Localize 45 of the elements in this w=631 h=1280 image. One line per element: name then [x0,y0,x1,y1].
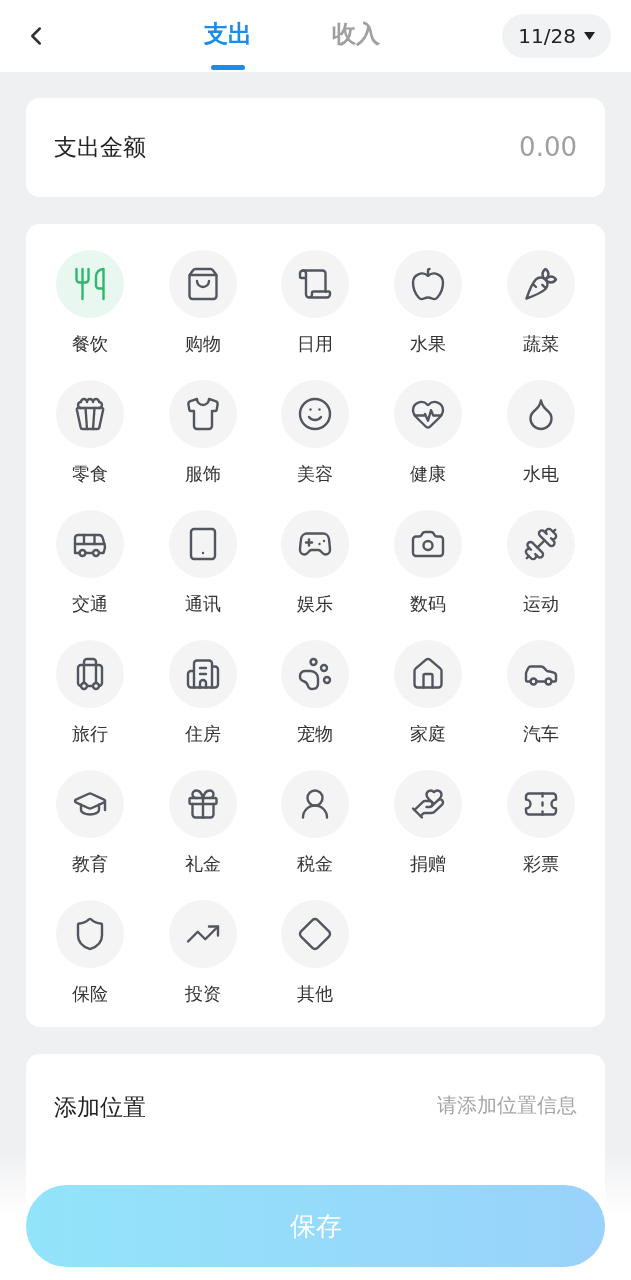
category-item[interactable]: 住房 [146,640,260,747]
dumbbell-icon [522,526,559,562]
category-item[interactable]: 美容 [259,380,372,487]
category-item[interactable]: 日用 [259,250,372,357]
amount-label: 支出金额 [54,133,146,163]
diamond-icon [297,916,334,952]
category-item[interactable]: 运动 [484,510,597,617]
category-item[interactable]: 餐饮 [34,250,147,357]
apple-icon [410,266,447,302]
category-item[interactable]: 零食 [34,380,147,487]
location-field[interactable]: 请添加位置信息 [317,1090,577,1120]
shirt-icon [184,396,221,432]
tab-indicator [211,65,246,70]
category-item[interactable]: 礼金 [146,770,260,877]
category-item[interactable]: 蔬菜 [484,250,597,357]
category-item[interactable]: 水电 [484,380,597,487]
dropdown-icon [584,32,595,40]
category-item[interactable]: 服饰 [146,380,260,487]
category-item[interactable]: 通讯 [146,510,260,617]
category-item[interactable]: 捐赠 [371,770,485,877]
category-item[interactable]: 保险 [34,900,147,1007]
category-item[interactable]: 娱乐 [259,510,372,617]
category-item[interactable]: 交通 [34,510,147,617]
category-item[interactable]: 水果 [371,250,485,357]
category-item[interactable]: 家庭 [371,640,485,747]
category-item[interactable]: 税金 [259,770,372,877]
category-item[interactable]: 宠物 [259,640,372,747]
category-item[interactable]: 汽车 [484,640,597,747]
category-item[interactable]: 旅行 [34,640,147,747]
category-item[interactable]: 数码 [371,510,485,617]
category-item[interactable]: 彩票 [484,770,597,877]
category-item[interactable]: 教育 [34,770,147,877]
amount-field[interactable]: 0.00 [377,128,577,167]
category-item[interactable]: 投资 [146,900,260,1007]
date-picker[interactable]: 11/28 [502,14,611,58]
building-icon [184,656,221,692]
location-label: 添加位置 [54,1093,146,1122]
category-item[interactable]: 其他 [259,900,372,1007]
paw-icon [297,656,334,692]
face-icon [297,396,334,432]
hand-heart-icon [410,786,447,822]
category-item[interactable]: 购物 [146,250,260,357]
tab[interactable]: 支出 [204,16,253,56]
vegetable-icon [522,266,559,302]
category-item[interactable]: 健康 [371,380,485,487]
